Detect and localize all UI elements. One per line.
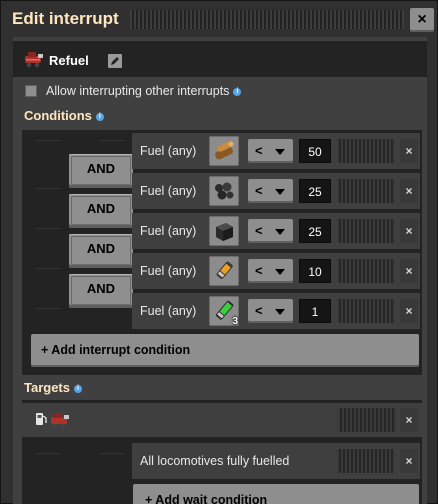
add-wait-condition-button[interactable]: + Add wait condition [133, 484, 419, 504]
chevron-down-icon [275, 269, 285, 275]
condition-value-input[interactable]: 1 [299, 299, 331, 323]
close-button[interactable]: × [410, 8, 434, 32]
title-bar[interactable]: Edit interrupt × [1, 1, 437, 37]
chevron-down-icon [275, 149, 285, 155]
rocket-fuel-icon[interactable] [209, 256, 239, 286]
info-icon[interactable]: i [74, 384, 82, 393]
condition-value-input[interactable]: 25 [299, 179, 331, 203]
remove-condition-button[interactable]: × [400, 139, 418, 163]
and-connector-4[interactable]: AND [69, 274, 133, 308]
chevron-down-icon [275, 189, 285, 195]
locomotive-icon [24, 50, 46, 68]
chevron-down-icon [275, 309, 285, 315]
info-icon[interactable]: i [233, 87, 242, 96]
condition-value-input[interactable]: 10 [299, 259, 331, 283]
wait-condition-row[interactable]: All locomotives fully fuelled × [132, 443, 420, 479]
locomotive-icon [50, 411, 72, 432]
remove-condition-button[interactable]: × [400, 259, 418, 283]
drag-handle[interactable] [130, 10, 404, 29]
condition-row[interactable]: Fuel (any) < 10 × [132, 253, 420, 289]
condition-row[interactable]: Fuel (any) < 25 × [132, 213, 420, 249]
edit-interrupt-window: Edit interrupt × Refuel Allow interrupti… [0, 0, 438, 504]
and-connector-2[interactable]: AND [69, 194, 133, 228]
remove-condition-button[interactable]: × [400, 219, 418, 243]
solid-fuel-icon[interactable] [209, 216, 239, 246]
wood-icon[interactable] [209, 136, 239, 166]
condition-label: Fuel (any) [140, 224, 197, 238]
condition-row[interactable]: Fuel (any) < 25 × [132, 173, 420, 209]
item-count: 3 [232, 316, 238, 327]
condition-label: Fuel (any) [140, 144, 197, 158]
window-title: Edit interrupt [12, 9, 119, 28]
comparator-select[interactable]: < [248, 299, 293, 323]
remove-wait-condition-button[interactable]: × [400, 449, 418, 473]
comparator-select[interactable]: < [248, 139, 293, 163]
coal-icon[interactable] [209, 176, 239, 206]
wait-condition-label: All locomotives fully fuelled [140, 454, 290, 468]
rename-pencil-icon[interactable] [108, 54, 122, 68]
target-row[interactable]: × [22, 403, 422, 437]
interrupt-header: Refuel [13, 41, 427, 77]
chevron-down-icon [275, 229, 285, 235]
comparator-select[interactable]: < [248, 259, 293, 283]
condition-row[interactable]: Fuel (any) < 50 × [132, 133, 420, 169]
remove-condition-button[interactable]: × [400, 299, 418, 323]
allow-interrupting-checkbox[interactable] [25, 85, 37, 97]
nuclear-fuel-icon[interactable]: 3 [209, 296, 239, 327]
condition-label: Fuel (any) [140, 184, 197, 198]
remove-target-button[interactable]: × [400, 408, 418, 432]
conditions-title: Conditions i [24, 108, 104, 123]
allow-interrupting-label: Allow interrupting other interrupts i [46, 84, 242, 98]
targets-title: Targets i [24, 380, 82, 395]
condition-label: Fuel (any) [140, 304, 197, 318]
add-interrupt-condition-button[interactable]: + Add interrupt condition [31, 334, 419, 367]
and-connector-3[interactable]: AND [69, 234, 133, 268]
interrupt-panel: Refuel Allow interrupting other interrup… [13, 37, 427, 504]
comparator-select[interactable]: < [248, 179, 293, 203]
condition-row[interactable]: Fuel (any) 3 < 1 × [132, 293, 420, 329]
condition-value-input[interactable]: 50 [299, 139, 331, 163]
remove-condition-button[interactable]: × [400, 179, 418, 203]
fuel-station-icon [35, 412, 47, 429]
interrupt-name: Refuel [49, 53, 89, 68]
and-connector-1[interactable]: AND [69, 154, 133, 188]
condition-value-input[interactable]: 25 [299, 219, 331, 243]
condition-label: Fuel (any) [140, 264, 197, 278]
comparator-select[interactable]: < [248, 219, 293, 243]
info-icon[interactable]: i [95, 112, 104, 121]
